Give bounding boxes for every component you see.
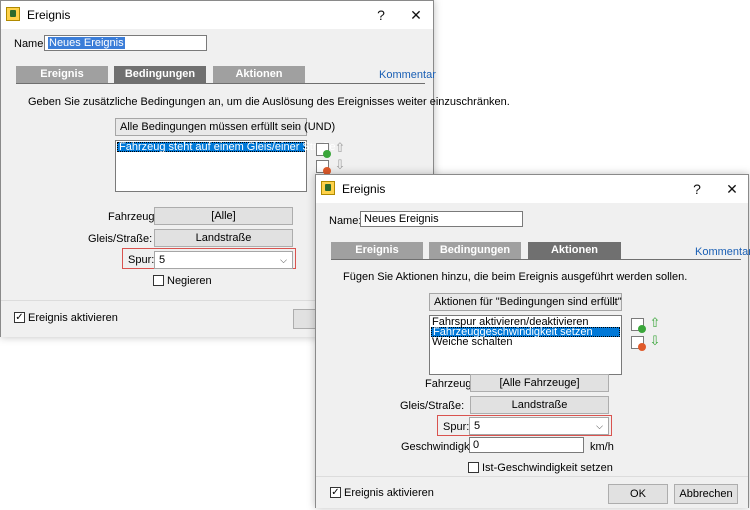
actual-speed-checkbox[interactable] — [468, 462, 479, 473]
activate-event-label: Ereignis aktivieren — [28, 312, 118, 324]
chevron-down-icon: ⌵ — [294, 122, 301, 132]
vehicle-label: Fahrzeug: — [425, 378, 475, 390]
comment-link[interactable]: Kommentar — [379, 69, 436, 81]
name-value: Neues Ereignis — [48, 37, 125, 49]
tab-aktionen[interactable]: Aktionen — [528, 242, 621, 259]
condition-mode-value: Alle Bedingungen müssen erfüllt sein (UN… — [120, 121, 336, 133]
lane-select[interactable]: 5 ⌵ — [469, 417, 609, 435]
app-icon — [321, 181, 335, 195]
title-bar: Ereignis ? ✕ — [316, 175, 748, 203]
lane-select[interactable]: 5 ⌵ — [154, 251, 293, 269]
vehicle-select-button[interactable]: [Alle Fahrzeuge] — [470, 374, 609, 392]
condition-mode-select[interactable]: Alle Bedingungen müssen erfüllt sein (UN… — [115, 118, 335, 136]
tab-aktionen[interactable]: Aktionen — [213, 66, 305, 83]
activate-event-label: Ereignis aktivieren — [344, 487, 434, 499]
speed-unit: km/h — [590, 441, 614, 453]
name-input[interactable]: Neues Ereignis — [360, 211, 523, 227]
track-select-button[interactable]: Landstraße — [470, 396, 609, 414]
negate-checkbox[interactable] — [153, 275, 164, 286]
vehicle-select-button[interactable]: [Alle] — [154, 207, 293, 225]
comment-link[interactable]: Kommentar — [695, 246, 750, 258]
name-label: Name: — [329, 215, 362, 227]
move-up-icon[interactable]: ⇧ — [647, 315, 663, 331]
list-item[interactable]: Weiche schalten — [431, 337, 620, 348]
track-label: Gleis/Straße: — [400, 400, 465, 412]
window-title: Ereignis — [342, 182, 386, 196]
remove-action-icon[interactable] — [631, 336, 646, 351]
move-down-icon[interactable]: ⇩ — [647, 333, 663, 349]
title-bar: Ereignis ? ✕ — [1, 1, 433, 29]
help-button[interactable]: ? — [363, 1, 399, 29]
lane-value: 5 — [474, 420, 481, 432]
app-icon — [6, 7, 20, 21]
action-trigger-value: Aktionen für "Bedingungen sind erfüllt" — [434, 296, 622, 308]
close-button[interactable]: ✕ — [714, 175, 750, 203]
tab-bedingungen[interactable]: Bedingungen — [429, 242, 521, 259]
actions-list[interactable]: Fahrspur aktivieren/deaktivieren Fahrzeu… — [429, 315, 622, 375]
lane-label: Spur: — [128, 254, 155, 266]
chevron-down-icon: ⌵ — [596, 421, 603, 431]
status-bar: ✓ Ereignis aktivieren OK Abbrechen — [316, 476, 748, 508]
close-button[interactable]: ✕ — [398, 1, 434, 29]
track-select-button[interactable]: Landstraße — [154, 229, 293, 247]
activate-event-checkbox[interactable]: ✓ — [330, 487, 341, 498]
activate-event-checkbox[interactable]: ✓ — [14, 312, 25, 323]
move-down-icon[interactable]: ⇩ — [332, 157, 348, 173]
add-condition-icon[interactable] — [316, 143, 331, 158]
tab-ereignis[interactable]: Ereignis — [331, 242, 423, 259]
remove-condition-icon[interactable] — [316, 160, 331, 175]
tab-ereignis[interactable]: Ereignis — [16, 66, 108, 83]
help-button[interactable]: ? — [679, 175, 715, 203]
action-trigger-select[interactable]: Aktionen für "Bedingungen sind erfüllt" … — [429, 293, 622, 311]
event-dialog-front: Ereignis ? ✕ Name: Neues Ereignis Ereign… — [315, 174, 750, 508]
name-input[interactable]: Neues Ereignis — [44, 35, 207, 51]
tab-divider — [16, 83, 425, 84]
chevron-down-icon: ⌵ — [280, 255, 287, 265]
conditions-list[interactable]: Fahrzeug steht auf einem Gleis/einer Str… — [115, 140, 335, 192]
vehicle-label: Fahrzeug: — [108, 211, 158, 223]
add-action-icon[interactable] — [631, 318, 646, 333]
lane-value: 5 — [159, 254, 166, 266]
ok-button[interactable]: OK — [608, 484, 668, 504]
name-label: Name: — [14, 38, 47, 50]
speed-input[interactable]: 0 — [469, 437, 584, 453]
lane-label: Spur: — [443, 421, 470, 433]
window-title: Ereignis — [27, 8, 71, 22]
list-item[interactable]: Fahrzeug steht auf einem Gleis/einer Str… — [117, 142, 335, 153]
cancel-button[interactable]: Abbrechen — [674, 484, 738, 504]
tab-divider — [331, 259, 741, 260]
tab-bedingungen[interactable]: Bedingungen — [114, 66, 206, 83]
negate-label: Negieren — [167, 275, 212, 287]
description-text: Geben Sie zusätzliche Bedingungen an, um… — [28, 96, 510, 108]
chevron-down-icon: ⌵ — [609, 297, 616, 307]
description-text: Fügen Sie Aktionen hinzu, die beim Ereig… — [343, 271, 688, 283]
move-up-icon[interactable]: ⇧ — [332, 140, 348, 156]
actual-speed-label: Ist-Geschwindigkeit setzen — [482, 462, 613, 474]
track-label: Gleis/Straße: — [88, 233, 153, 245]
